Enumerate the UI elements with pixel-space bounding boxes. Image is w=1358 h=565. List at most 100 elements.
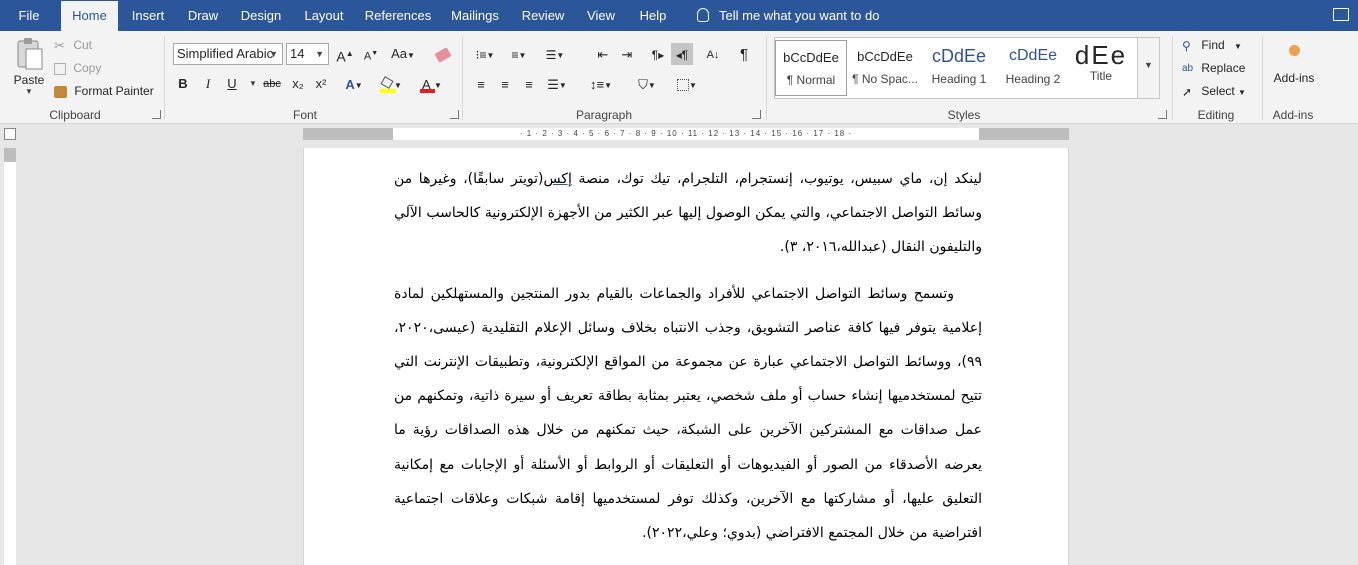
text-effects-button[interactable]: A▼ (338, 73, 370, 95)
chevron-down-icon: ▼ (315, 49, 324, 59)
tab-selector[interactable] (4, 128, 16, 140)
justify-button[interactable]: ☰▼ (542, 73, 572, 95)
group-divider (164, 36, 165, 120)
text-effects-icon: A (345, 76, 355, 92)
subscript-button[interactable]: x₂ (287, 73, 309, 95)
tab-insert[interactable]: Insert (122, 0, 174, 31)
format-painter-label: Format Painter (74, 84, 154, 98)
copy-label: Copy (73, 61, 102, 75)
style-normal[interactable]: bCcDdEe ¶ Normal (775, 40, 847, 96)
style-name: Heading 2 (1005, 72, 1061, 86)
select-label: Select (1201, 84, 1235, 98)
paste-dropdown-arrow[interactable]: ▼ (12, 87, 46, 96)
paragraph-dialog-launcher[interactable] (752, 110, 761, 119)
bullets-button[interactable]: ⁝≡▼ (470, 43, 500, 65)
replace-label: Replace (1201, 61, 1246, 75)
shading-button[interactable]: ⛉▼ (630, 73, 664, 95)
paragraph: وتسمح وسائط التواصل الاجتماعي للأفراد وا… (394, 285, 982, 542)
font-group-label: Font (292, 108, 317, 122)
paste-button[interactable]: Paste ▼ (12, 37, 46, 105)
chevron-down-icon: ▼ (1238, 88, 1246, 97)
highlight-color-button[interactable]: ▼ (374, 73, 408, 95)
clipboard-group-label: Clipboard (49, 108, 101, 122)
numbering-button[interactable]: ≡▼ (504, 43, 534, 65)
font-dialog-launcher[interactable] (450, 110, 459, 119)
search-icon: ⚲ (1182, 38, 1191, 53)
paragraph-group-label: Paragraph (575, 108, 633, 122)
font-name-combo[interactable]: Simplified Arabic ▼ (173, 43, 283, 65)
bold-button[interactable]: B (172, 73, 194, 95)
group-divider (766, 36, 767, 120)
tab-design[interactable]: Design (232, 0, 290, 31)
editing-group-label: Editing (1197, 108, 1235, 122)
tab-mailings[interactable]: Mailings (442, 0, 508, 31)
chevron-down-icon: ▼ (1234, 42, 1242, 51)
decrease-indent-button[interactable]: ⇤ (592, 43, 614, 65)
horizontal-ruler[interactable]: · 18 · 17 · 16 · 15 · 14 · 13 · 12 · 11 … (303, 128, 1069, 140)
grow-font-button[interactable]: A▲ (334, 43, 356, 65)
tab-review[interactable]: Review (512, 0, 574, 31)
tab-home[interactable]: Home (61, 1, 118, 31)
align-left-button[interactable]: ≡ (470, 73, 492, 95)
underline-button[interactable]: U (221, 73, 243, 95)
styles-gallery: bCcDdEe ¶ Normal bCcDdEe ¶ No Spac... cD… (774, 37, 1160, 99)
select-button[interactable]: ➚ Select ▼ (1182, 84, 1246, 99)
multilevel-list-button[interactable]: ☰▼ (540, 43, 570, 65)
style-title[interactable]: dEe Title (1065, 40, 1137, 96)
text-run: لينكد إن، ماي سبيس، يوتيوب، إنستجرام، ال… (571, 171, 983, 187)
decrease-indent-icon: ⇤ (597, 46, 609, 62)
show-formatting-button[interactable]: ¶ (733, 43, 755, 65)
find-label: Find (1201, 38, 1225, 52)
tab-view[interactable]: View (578, 0, 624, 31)
tab-references[interactable]: References (358, 0, 438, 31)
tab-help[interactable]: Help (628, 0, 678, 31)
style-heading-1[interactable]: cDdEe Heading 1 (923, 40, 995, 96)
add-ins-button[interactable]: Add-ins (1266, 43, 1322, 85)
superscript-button[interactable]: x² (310, 73, 332, 95)
document-page[interactable]: لينكد إن، ماي سبيس، يوتيوب، إنستجرام، ال… (303, 148, 1069, 565)
italic-button[interactable]: I (197, 73, 219, 95)
group-divider (1262, 36, 1263, 120)
style-name: ¶ Normal (786, 73, 836, 87)
change-case-button[interactable]: Aa▼ (388, 43, 418, 65)
clipboard-dialog-launcher[interactable] (152, 110, 161, 119)
bullets-icon: ⁝≡ (475, 47, 487, 62)
line-spacing-button[interactable]: ↕≡▼ (586, 73, 616, 95)
paste-label: Paste (13, 73, 45, 87)
increase-indent-button[interactable]: ⇥ (616, 43, 638, 65)
document-body[interactable]: لينكد إن، ماي سبيس، يوتيوب، إنستجرام، ال… (394, 162, 982, 550)
font-color-button[interactable]: A ▼ (414, 73, 448, 95)
tab-layout[interactable]: Layout (294, 0, 354, 31)
clear-formatting-button[interactable] (432, 43, 454, 65)
sort-icon: A↓ (706, 48, 720, 61)
comments-icon[interactable] (1333, 8, 1349, 21)
shrink-font-button[interactable]: A▼ (360, 43, 382, 65)
format-painter-button[interactable]: Format Painter (54, 84, 154, 98)
borders-button[interactable]: ▼ (672, 73, 702, 95)
find-button[interactable]: ⚲ Find ▼ (1182, 38, 1242, 53)
lightbulb-icon (697, 8, 709, 22)
align-right-button[interactable]: ≡ (518, 73, 540, 95)
proofing-underlined-word[interactable]: إكس (543, 171, 571, 187)
sort-button[interactable]: A↓ (702, 43, 724, 65)
styles-more-button[interactable]: ▼ (1137, 38, 1159, 98)
right-to-left-button[interactable]: ◂¶ (671, 43, 693, 65)
tab-draw[interactable]: Draw (178, 0, 228, 31)
replace-button[interactable]: ab Replace (1182, 61, 1245, 75)
copy-button[interactable]: Copy (54, 61, 101, 75)
chevron-down-icon: ▼ (269, 49, 278, 59)
pilcrow-icon: ¶ (739, 45, 749, 63)
font-size-combo[interactable]: 14 ▼ (286, 43, 329, 65)
tell-me-search[interactable]: Tell me what you want to do (697, 0, 879, 31)
paintbrush-icon (54, 85, 67, 98)
left-to-right-button[interactable]: ¶▸ (647, 43, 669, 65)
style-heading-2[interactable]: cDdEe Heading 2 (997, 40, 1069, 96)
style-no-spacing[interactable]: bCcDdEe ¶ No Spac... (849, 40, 921, 96)
tab-file[interactable]: File (0, 0, 58, 31)
paint-bucket-icon: ⛉ (638, 76, 648, 92)
strikethrough-button[interactable]: abc (259, 73, 285, 95)
styles-dialog-launcher[interactable] (1158, 110, 1167, 119)
cut-button[interactable]: ✂ Cut (54, 38, 92, 54)
align-center-button[interactable]: ≡ (494, 73, 516, 95)
vertical-ruler[interactable] (4, 148, 16, 565)
